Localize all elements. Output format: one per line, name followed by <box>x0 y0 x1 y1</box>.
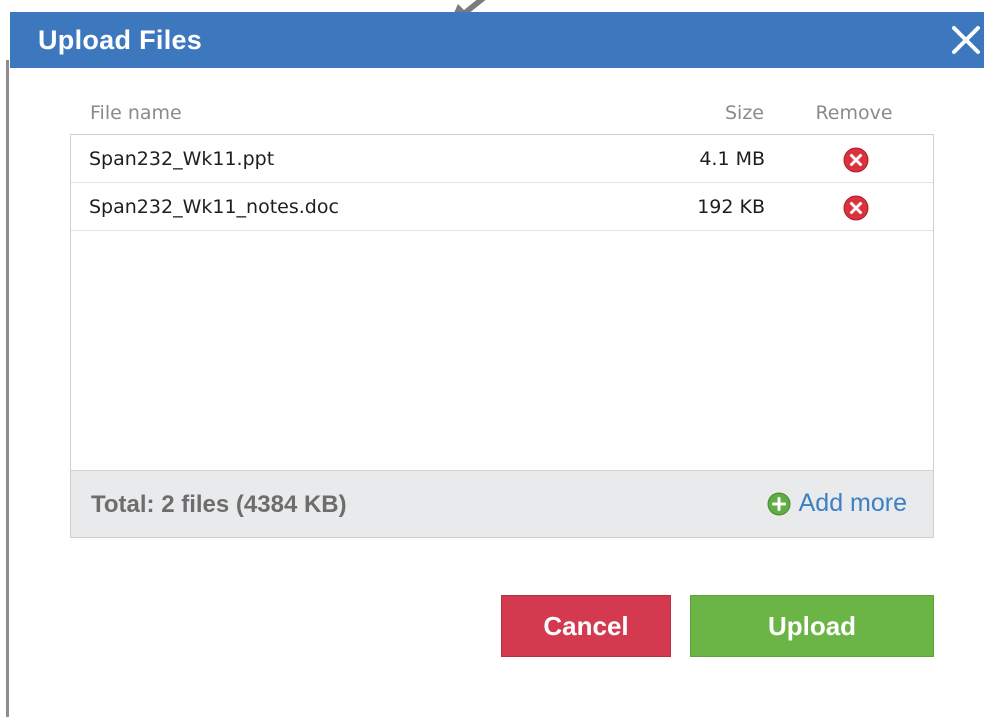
file-name: Span232_Wk11_notes.doc <box>89 196 339 218</box>
total-summary: Total: 2 files (4384 KB) <box>91 491 347 518</box>
column-header-file-name: File name <box>90 102 182 124</box>
add-more-label: Add more <box>798 489 907 517</box>
remove-circle-icon[interactable] <box>843 195 869 221</box>
column-header-remove: Remove <box>815 102 893 124</box>
file-size: 4.1 MB <box>699 148 765 170</box>
file-row: Span232_Wk11.ppt 4.1 MB <box>71 135 933 183</box>
add-more-link[interactable]: Add more <box>767 489 907 518</box>
file-list-footer: Total: 2 files (4384 KB) Add more <box>71 470 933 537</box>
file-list: Span232_Wk11.ppt 4.1 MB Span232_Wk11_not… <box>70 134 934 538</box>
dialog-title: Upload Files <box>38 25 203 55</box>
file-row: Span232_Wk11_notes.doc 192 KB <box>71 183 933 231</box>
column-header-size: Size <box>724 102 764 124</box>
remove-circle-icon[interactable] <box>843 147 869 173</box>
cancel-button[interactable]: Cancel <box>501 595 671 657</box>
close-icon[interactable] <box>948 22 984 58</box>
file-size: 192 KB <box>697 196 765 218</box>
upload-button[interactable]: Upload <box>690 595 934 657</box>
window-edge <box>6 60 9 717</box>
plus-circle-icon <box>767 492 791 515</box>
dialog-titlebar: Upload Files <box>10 12 984 68</box>
file-name: Span232_Wk11.ppt <box>89 148 275 170</box>
